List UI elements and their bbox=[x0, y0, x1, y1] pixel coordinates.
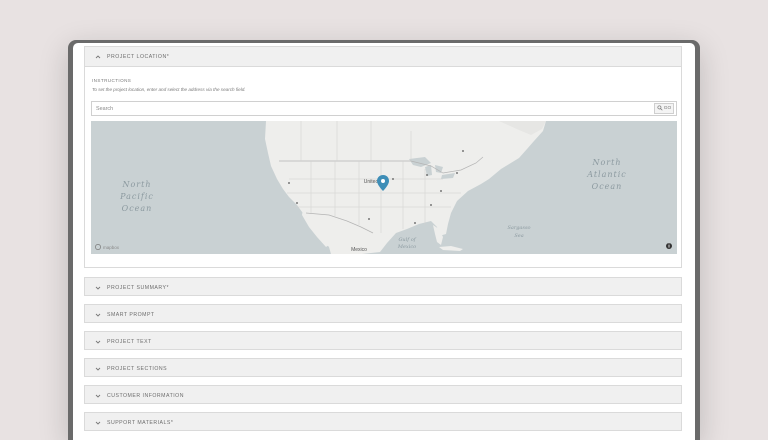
chevron-down-icon bbox=[93, 418, 103, 428]
smart-prompt-title: SMART PROMPT bbox=[107, 311, 155, 318]
smart-prompt-header[interactable]: SMART PROMPT bbox=[85, 305, 681, 324]
north-atlantic-label-line2: Atlantic bbox=[586, 170, 627, 179]
chevron-down-icon bbox=[93, 283, 103, 293]
north-pacific-label-line1: North bbox=[121, 180, 151, 189]
search-go-button[interactable]: GO bbox=[654, 103, 674, 114]
customer-information-section[interactable]: CUSTOMER INFORMATION bbox=[84, 385, 682, 404]
north-pacific-label-line3: Ocean bbox=[122, 204, 153, 213]
project-location-header[interactable]: PROJECT LOCATION* bbox=[85, 47, 681, 67]
support-materials-title: SUPPORT MATERIALS* bbox=[107, 419, 174, 426]
sargasso-label-line1: Sargasso bbox=[507, 225, 530, 231]
project-summary-title: PROJECT SUMMARY* bbox=[107, 284, 169, 291]
smart-prompt-section[interactable]: SMART PROMPT bbox=[84, 304, 682, 323]
support-materials-header[interactable]: SUPPORT MATERIALS* bbox=[85, 413, 681, 432]
project-location-section: PROJECT LOCATION* INSTRUCTIONS To set th… bbox=[84, 46, 682, 268]
mexico-label: Mexico bbox=[351, 247, 367, 253]
gulf-label-line2: Mexico bbox=[397, 244, 416, 250]
instructions-text: To set the project location, enter and s… bbox=[92, 87, 246, 92]
gulf-label-line1: Gulf of bbox=[398, 237, 416, 243]
app-screen: PROJECT LOCATION* INSTRUCTIONS To set th… bbox=[73, 43, 695, 440]
location-search: GO bbox=[91, 101, 677, 116]
united-states-label: United bbox=[364, 179, 379, 185]
go-label: GO bbox=[663, 106, 672, 111]
project-text-title: PROJECT TEXT bbox=[107, 338, 152, 345]
customer-information-header[interactable]: CUSTOMER INFORMATION bbox=[85, 386, 681, 405]
location-search-input[interactable] bbox=[92, 102, 652, 115]
customer-information-title: CUSTOMER INFORMATION bbox=[107, 392, 184, 399]
map-info-icon bbox=[666, 243, 672, 249]
project-text-header[interactable]: PROJECT TEXT bbox=[85, 332, 681, 351]
project-location-title: PROJECT LOCATION* bbox=[107, 53, 170, 60]
device-frame: PROJECT LOCATION* INSTRUCTIONS To set th… bbox=[68, 40, 700, 440]
search-icon bbox=[657, 104, 663, 113]
north-atlantic-label-line3: Ocean bbox=[592, 182, 623, 191]
attribution-label: mapbox bbox=[103, 245, 120, 250]
support-materials-section[interactable]: SUPPORT MATERIALS* bbox=[84, 412, 682, 431]
project-sections-title: PROJECT SECTIONS bbox=[107, 365, 168, 372]
chevron-down-icon bbox=[93, 310, 103, 320]
project-sections-section[interactable]: PROJECT SECTIONS bbox=[84, 358, 682, 377]
instructions-label: INSTRUCTIONS bbox=[92, 78, 132, 83]
chevron-down-icon bbox=[93, 337, 103, 347]
map-canvas: North Pacific Ocean North Atlantic Ocean… bbox=[91, 121, 677, 254]
chevron-down-icon bbox=[93, 364, 103, 374]
north-pacific-label-line2: Pacific bbox=[119, 192, 154, 201]
project-summary-header[interactable]: PROJECT SUMMARY* bbox=[85, 278, 681, 297]
sargasso-label-line2: Sea bbox=[514, 233, 523, 239]
chevron-up-icon bbox=[93, 52, 103, 62]
project-summary-section[interactable]: PROJECT SUMMARY* bbox=[84, 277, 682, 296]
north-atlantic-label-line1: North bbox=[591, 158, 621, 167]
location-map[interactable]: North Pacific Ocean North Atlantic Ocean… bbox=[91, 121, 677, 254]
project-text-section[interactable]: PROJECT TEXT bbox=[84, 331, 682, 350]
project-sections-header[interactable]: PROJECT SECTIONS bbox=[85, 359, 681, 378]
chevron-down-icon bbox=[93, 391, 103, 401]
